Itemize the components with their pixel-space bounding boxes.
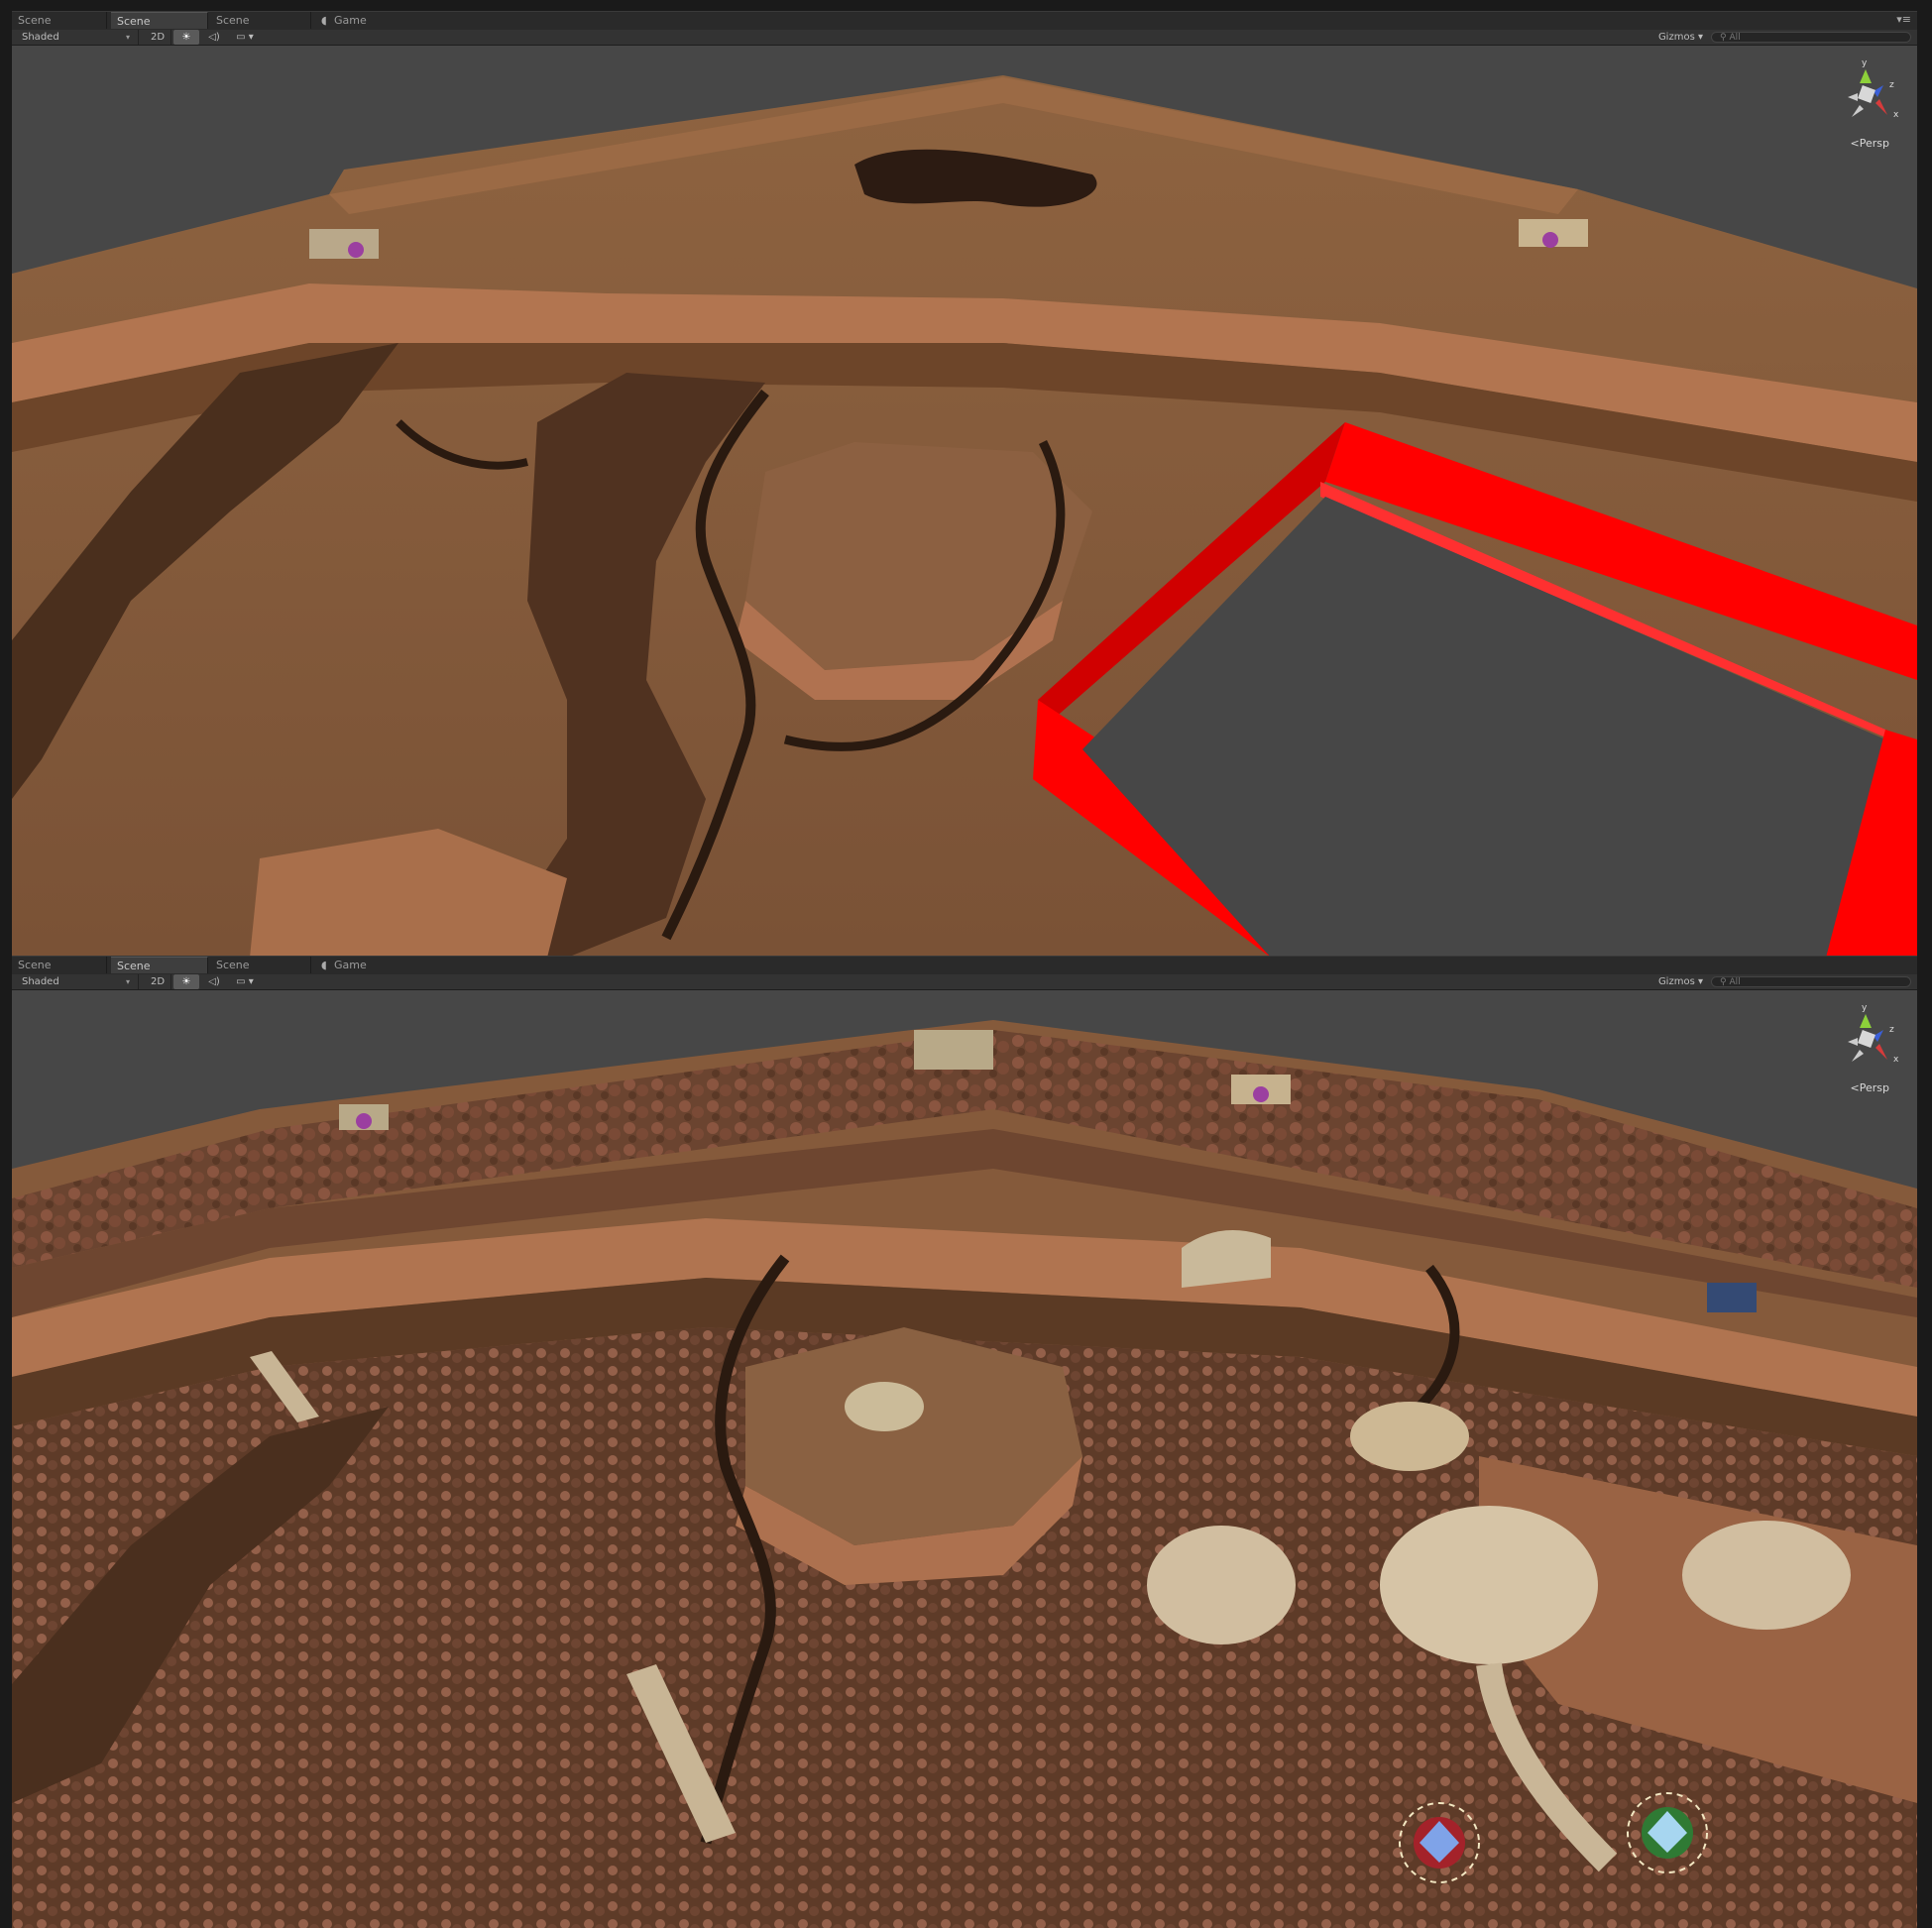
tab-label: Scene — [18, 959, 52, 971]
toggle-2d-button[interactable]: 2D — [145, 30, 171, 45]
hierarchy-search-field[interactable]: ⚲ All — [1711, 976, 1911, 987]
tab-scene-3[interactable]: Scene — [210, 12, 311, 29]
tab-scene-1[interactable]: Scene — [12, 12, 107, 29]
tab-scene-2[interactable]: Scene — [111, 957, 208, 973]
projection-toggle[interactable]: <Persp — [1851, 1081, 1889, 1094]
search-placeholder: All — [1729, 977, 1741, 987]
terrain-render — [12, 990, 1917, 1928]
axis-y-label: y — [1862, 1003, 1868, 1013]
scene-viewport[interactable]: y z x <Persp — [12, 990, 1917, 1928]
search-icon: ⚲ — [1720, 33, 1727, 43]
axis-x-label: x — [1893, 1055, 1899, 1065]
tab-label: Scene — [18, 14, 52, 27]
effects-dropdown-icon[interactable]: ▭ ▾ — [230, 974, 260, 989]
tab-scene-1[interactable]: Scene — [12, 957, 107, 973]
projection-label: Persp — [1859, 137, 1889, 150]
tab-label: Scene — [216, 959, 250, 971]
tab-label: Game — [334, 14, 367, 27]
scene-view-panel-bottom: Scene Scene Scene ◖ Game Shaded ▾ 2D ☀ ◁) … — [12, 956, 1917, 1928]
tab-scene-3[interactable]: Scene — [210, 957, 311, 973]
tab-label: Scene — [117, 960, 151, 972]
gizmos-label: Gizmos — [1657, 976, 1695, 987]
pacman-icon: ◖ — [321, 14, 327, 27]
tab-label: Game — [334, 959, 367, 971]
dropdown-arrow-icon: ▾ — [125, 977, 130, 986]
projection-toggle[interactable]: <Persp — [1851, 137, 1889, 150]
axis-z-label: z — [1889, 80, 1894, 90]
axis-x-label: x — [1893, 110, 1899, 120]
toggle-2d-button[interactable]: 2D — [145, 974, 171, 989]
persp-icon: < — [1850, 1081, 1860, 1094]
scene-toolbar: Shaded ▾ 2D ☀ ◁) ▭ ▾ Gizmos ▾ ⚲ All — [12, 974, 1917, 990]
pacman-icon: ◖ — [321, 959, 327, 971]
scene-viewport[interactable]: y z x <Persp — [12, 46, 1917, 958]
dropdown-arrow-icon: ▾ — [125, 33, 130, 42]
shading-mode-dropdown[interactable]: Shaded ▾ — [12, 30, 139, 45]
axis-z-label: z — [1889, 1025, 1894, 1035]
scene-toolbar: Shaded ▾ 2D ☀ ◁) ▭ ▾ Gizmos ▾ ⚲ All — [12, 30, 1917, 46]
lighting-toggle-icon[interactable]: ☀ — [173, 30, 199, 45]
shading-mode-dropdown[interactable]: Shaded ▾ — [12, 974, 139, 989]
audio-toggle-icon[interactable]: ◁) — [202, 974, 226, 989]
gizmos-dropdown[interactable]: Gizmos ▾ — [1644, 30, 1703, 45]
scene-view-panel-top: Scene Scene Scene ◖ Game ▾≡ Shaded ▾ 2D ☀ … — [12, 11, 1917, 958]
lighting-toggle-icon[interactable]: ☀ — [173, 974, 199, 989]
panel-menu-icon[interactable]: ▾≡ — [1896, 13, 1911, 26]
tab-scene-2[interactable]: Scene — [111, 12, 208, 29]
tab-bar: Scene Scene Scene ◖ Game — [12, 956, 1917, 974]
audio-toggle-icon[interactable]: ◁) — [202, 30, 226, 45]
gizmos-dropdown[interactable]: Gizmos ▾ — [1644, 974, 1703, 989]
search-placeholder: All — [1729, 33, 1741, 43]
tab-game[interactable]: ◖ Game — [315, 957, 404, 973]
effects-dropdown-icon[interactable]: ▭ ▾ — [230, 30, 260, 45]
projection-label: Persp — [1859, 1081, 1889, 1094]
tab-label: Scene — [216, 14, 250, 27]
shading-mode-label: Shaded — [22, 32, 59, 43]
tab-label: Scene — [117, 15, 151, 28]
persp-icon: < — [1850, 137, 1860, 150]
search-icon: ⚲ — [1720, 977, 1727, 987]
gizmos-label: Gizmos — [1657, 32, 1695, 43]
terrain-render — [12, 46, 1917, 958]
hierarchy-search-field[interactable]: ⚲ All — [1711, 32, 1911, 43]
tab-bar: Scene Scene Scene ◖ Game ▾≡ — [12, 11, 1917, 30]
axis-y-label: y — [1862, 58, 1868, 68]
shading-mode-label: Shaded — [22, 976, 59, 987]
tab-game[interactable]: ◖ Game — [315, 12, 404, 29]
